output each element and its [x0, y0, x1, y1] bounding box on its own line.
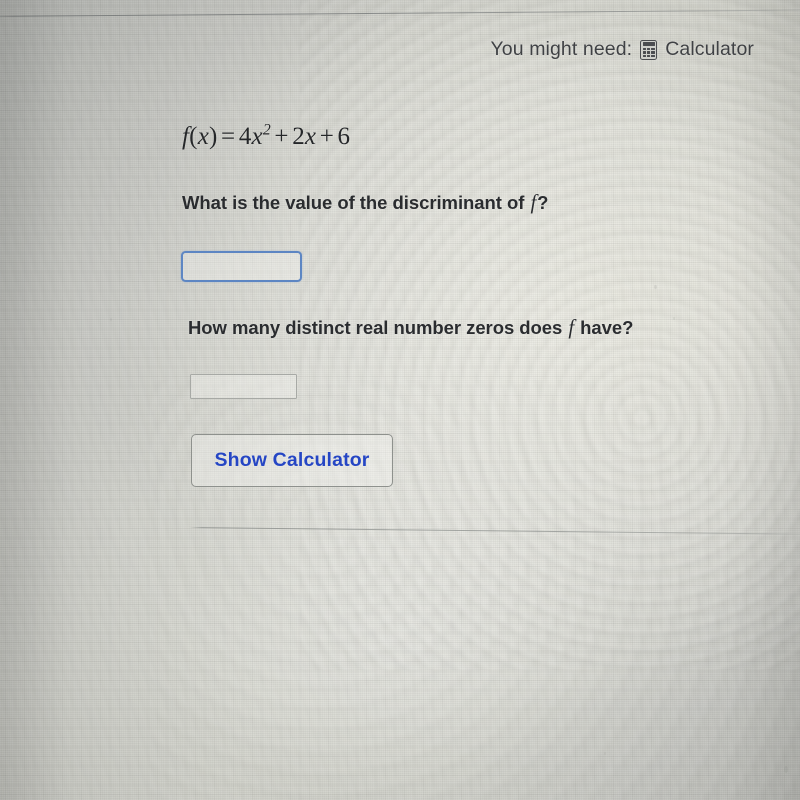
- expression-argument: x: [197, 123, 209, 150]
- expression-equals: =: [221, 123, 236, 150]
- question-1-prefix: What is the value of the discriminant of: [182, 192, 530, 213]
- answer-input-zero-count[interactable]: [190, 374, 297, 399]
- expression-term1-variable: x: [251, 123, 263, 150]
- section-divider: [189, 527, 800, 535]
- expression-term1-exponent: 2: [262, 121, 271, 139]
- answer-input-discriminant[interactable]: [181, 251, 302, 282]
- expression-plus-2: +: [319, 123, 335, 150]
- expression-term2-coefficient: 2: [292, 123, 305, 150]
- expression-term1-coefficient: 4: [238, 123, 252, 150]
- calculator-icon: [640, 39, 658, 60]
- question-2-variable: f: [568, 317, 575, 339]
- calculator-hint-label: You might need:: [490, 38, 633, 60]
- calculator-hint: You might need: Calculator: [490, 38, 754, 61]
- photographed-screen: You might need: Calculator f(x) = 4x2 +2x +6…: [0, 0, 800, 800]
- exercise-content: You might need: Calculator f(x) = 4x2 +2x +6…: [0, 0, 800, 800]
- show-calculator-label: Show Calculator: [214, 449, 370, 471]
- question-2-text: How many distinct real number zeros does…: [188, 317, 633, 340]
- expression-term2-variable: x: [304, 123, 317, 150]
- expression-plus-1: +: [274, 123, 289, 150]
- calculator-icon-display: [642, 42, 655, 47]
- question-1-text: What is the value of the discriminant of…: [182, 192, 548, 215]
- question-1-suffix: ?: [537, 192, 549, 213]
- function-expression: f(x) = 4x2 +2x +6: [182, 121, 351, 151]
- expression-paren-close: ): [208, 123, 218, 150]
- question-2-prefix: How many distinct real number zeros does: [188, 317, 568, 338]
- calculator-hint-name: Calculator: [665, 38, 754, 60]
- expression-constant: 6: [337, 123, 351, 150]
- show-calculator-button[interactable]: Show Calculator: [191, 434, 393, 487]
- expression-paren-open: (: [189, 123, 198, 150]
- question-2-suffix: have?: [575, 317, 634, 338]
- question-1-variable: f: [530, 192, 537, 214]
- calculator-icon-keypad: [642, 48, 655, 58]
